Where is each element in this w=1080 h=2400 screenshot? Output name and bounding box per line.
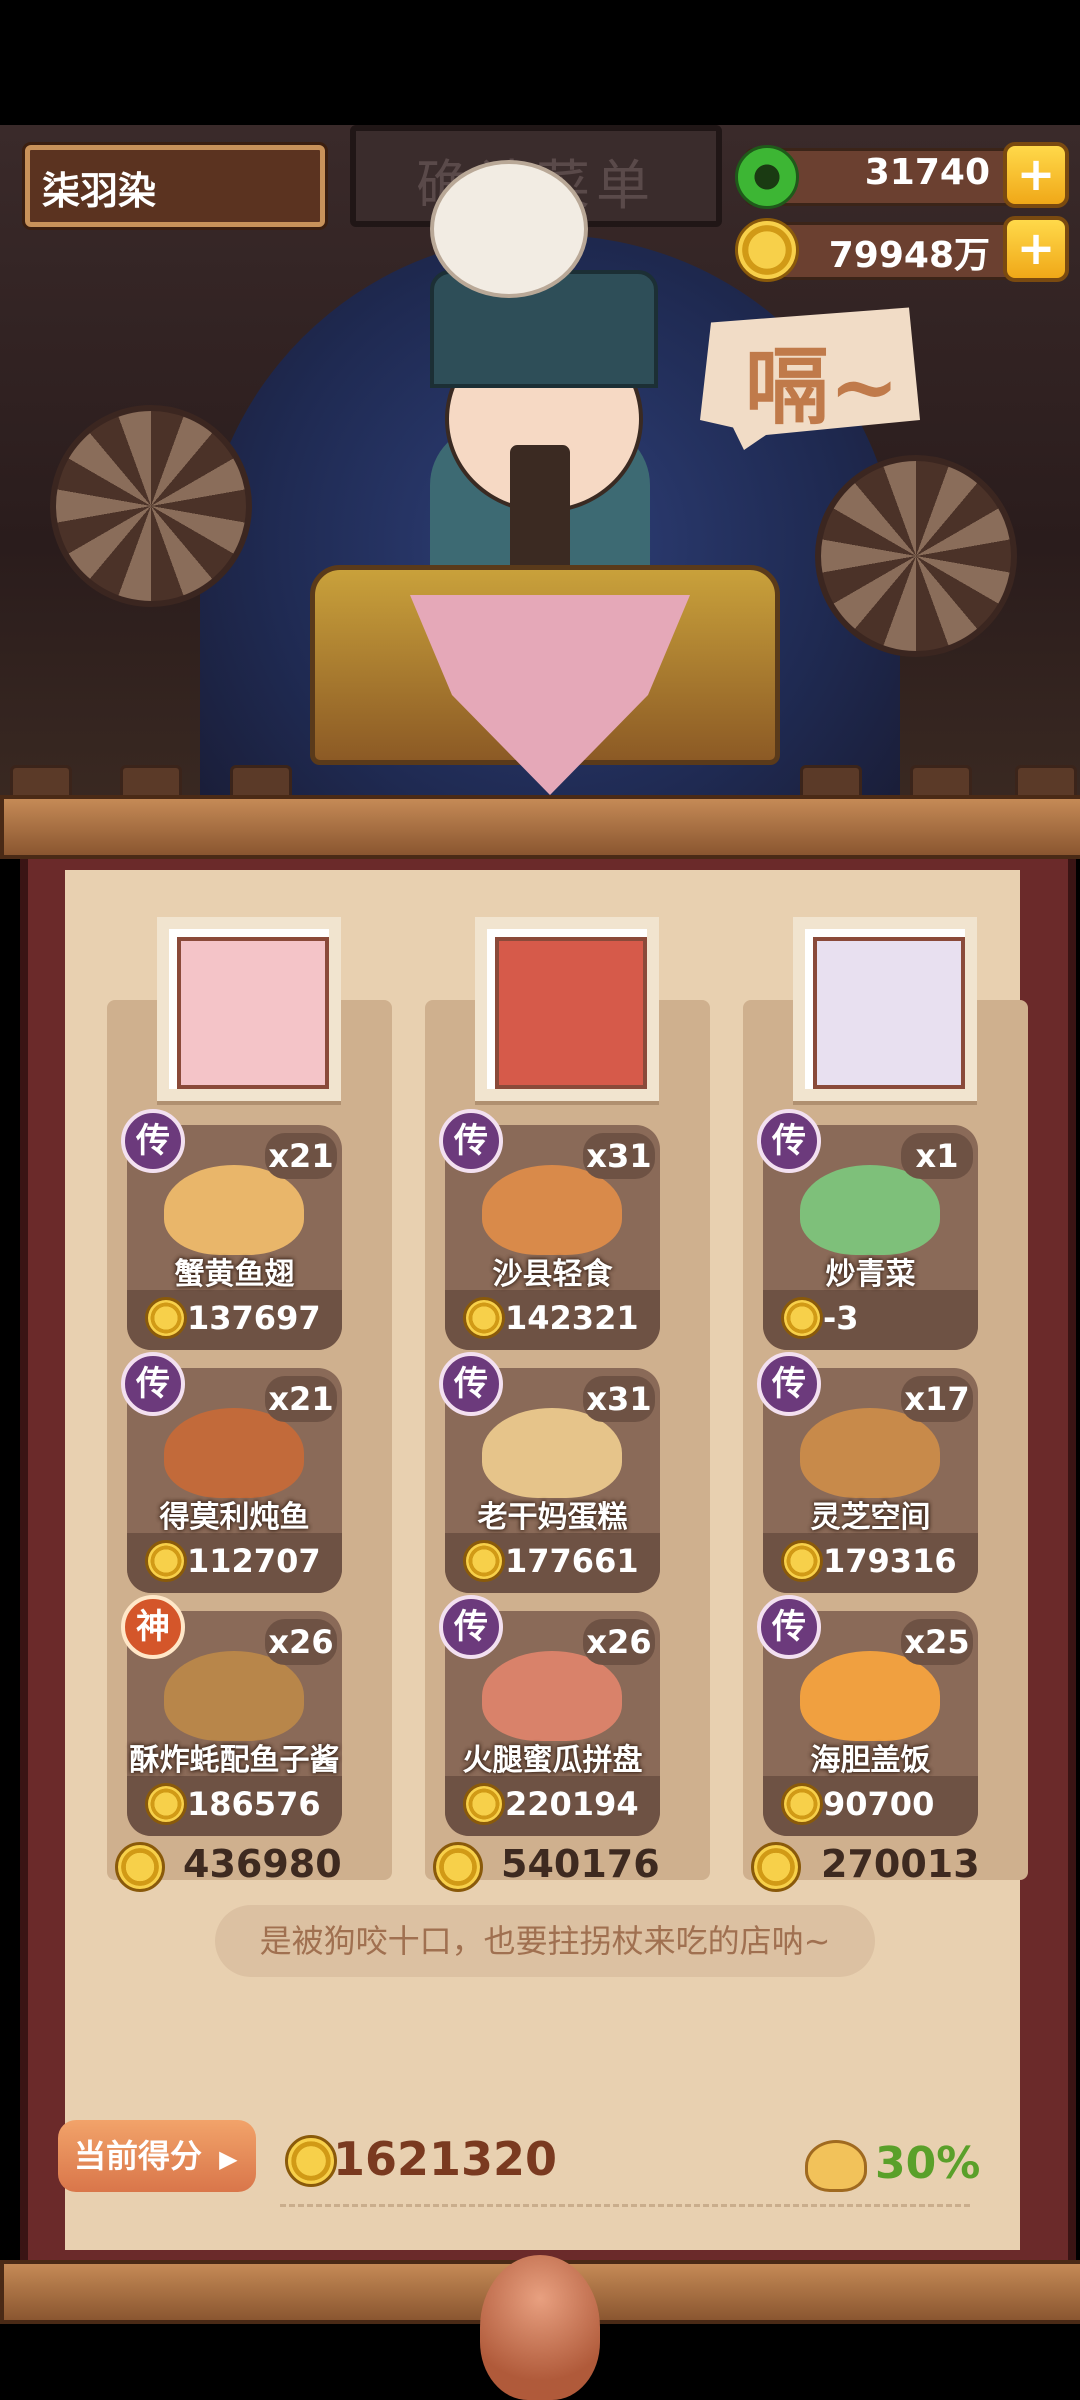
rarity-badge: 传 (439, 1109, 503, 1173)
dish-name: 炒青菜 (825, 1257, 916, 1292)
dish-name: 沙县轻食 (492, 1257, 613, 1292)
column-total: 270013 (821, 1842, 980, 1886)
dish-value: 220194 (505, 1785, 639, 1823)
scroll-rod-top (0, 795, 1080, 859)
dish-quantity: x21 (265, 1376, 337, 1422)
dog-pet (430, 160, 588, 298)
coin-icon (781, 1783, 823, 1825)
customer-avatar[interactable] (793, 917, 977, 1101)
dish-card[interactable]: 神 x26 酥炸蚝配鱼子酱 186576 (121, 1595, 342, 1836)
dish-value: 137697 (187, 1299, 321, 1337)
dish-card[interactable]: 传 x1 炒青菜 -3 (757, 1109, 978, 1350)
customer-avatar[interactable] (475, 917, 659, 1101)
score-divider (280, 2204, 970, 2207)
coin-icon (145, 1540, 187, 1582)
rarity-badge: 传 (757, 1595, 821, 1659)
speech-text: 嗝~ (745, 337, 900, 436)
coin-icon (433, 1842, 483, 1892)
dish-quantity: x31 (583, 1376, 655, 1422)
coin-icon (751, 1842, 801, 1892)
play-arrow-icon: ▶ (219, 2145, 238, 2173)
coin-icon (781, 1297, 823, 1339)
dish-card[interactable]: 传 x21 得莫利炖鱼 112707 (121, 1352, 342, 1593)
dish-name: 海胆盖饭 (810, 1743, 931, 1778)
player-name: 柒羽染 (42, 169, 157, 213)
coin-icon (115, 1842, 165, 1892)
fan-icon (815, 455, 1017, 657)
dish-card[interactable]: 传 x25 海胆盖饭 90700 (757, 1595, 978, 1836)
dish-value: 177661 (505, 1542, 639, 1580)
dish-quantity: x25 (901, 1619, 973, 1665)
dish-quantity: x17 (901, 1376, 973, 1422)
dish-name: 火腿蜜瓜拼盘 (462, 1743, 643, 1778)
current-score-button[interactable]: 当前得分 ▶ (58, 2120, 256, 2192)
score-percent: 30% (875, 2138, 981, 2189)
rarity-badge: 传 (757, 1352, 821, 1416)
rarity-badge: 传 (439, 1352, 503, 1416)
dish-value: 90700 (823, 1785, 935, 1823)
column-total: 540176 (501, 1842, 660, 1886)
coin-icon (285, 2135, 337, 2187)
dish-quantity: x21 (265, 1133, 337, 1179)
dish-value: -3 (823, 1299, 859, 1337)
rarity-badge: 神 (121, 1595, 185, 1659)
jade-amount: 31740 (864, 152, 990, 193)
add-jade-button[interactable]: + (1003, 142, 1069, 208)
customer-quote: 是被狗咬十口，也要拄拐杖来吃的店呐~ (215, 1905, 875, 1977)
column-total: 436980 (183, 1842, 342, 1886)
dish-value: 112707 (187, 1542, 321, 1580)
dish-card[interactable]: 传 x31 沙县轻食 142321 (439, 1109, 660, 1350)
dish-name: 灵芝空间 (810, 1500, 931, 1535)
dish-value: 186576 (187, 1785, 321, 1823)
dish-quantity: x31 (583, 1133, 655, 1179)
add-coin-button[interactable]: + (1003, 216, 1069, 282)
rarity-badge: 传 (121, 1109, 185, 1173)
buffet-bowl-icon (805, 2140, 867, 2192)
dish-card[interactable]: 传 x31 老干妈蛋糕 177661 (439, 1352, 660, 1593)
coin-icon (145, 1297, 187, 1339)
rarity-badge: 传 (757, 1109, 821, 1173)
dish-name: 蟹黄鱼翅 (174, 1257, 295, 1292)
coin-icon (463, 1540, 505, 1582)
dish-card[interactable]: 传 x17 灵芝空间 179316 (757, 1352, 978, 1593)
dish-name: 酥炸蚝配鱼子酱 (129, 1743, 340, 1778)
fan-icon (50, 405, 252, 607)
score-value: 1621320 (333, 2132, 558, 2186)
dish-value: 142321 (505, 1299, 639, 1337)
current-score-label: 当前得分 (74, 2137, 203, 2175)
chinese-knot-ornament (480, 2255, 600, 2400)
dish-quantity: x26 (265, 1619, 337, 1665)
dish-quantity: x1 (901, 1133, 973, 1179)
coin-amount: 79948万 (828, 235, 990, 276)
coin-icon (145, 1783, 187, 1825)
rarity-badge: 传 (121, 1352, 185, 1416)
coin-icon (463, 1297, 505, 1339)
dish-card[interactable]: 传 x21 蟹黄鱼翅 137697 (121, 1109, 342, 1350)
coin-icon (781, 1540, 823, 1582)
dish-value: 179316 (823, 1542, 957, 1580)
player-name-box[interactable]: 柒羽染 (25, 145, 325, 227)
dish-quantity: x26 (583, 1619, 655, 1665)
dish-card[interactable]: 传 x26 火腿蜜瓜拼盘 220194 (439, 1595, 660, 1836)
rarity-badge: 传 (439, 1595, 503, 1659)
dish-name: 老干妈蛋糕 (477, 1500, 628, 1535)
customer-avatar[interactable] (157, 917, 341, 1101)
dish-name: 得莫利炖鱼 (159, 1500, 310, 1535)
coin-icon (463, 1783, 505, 1825)
